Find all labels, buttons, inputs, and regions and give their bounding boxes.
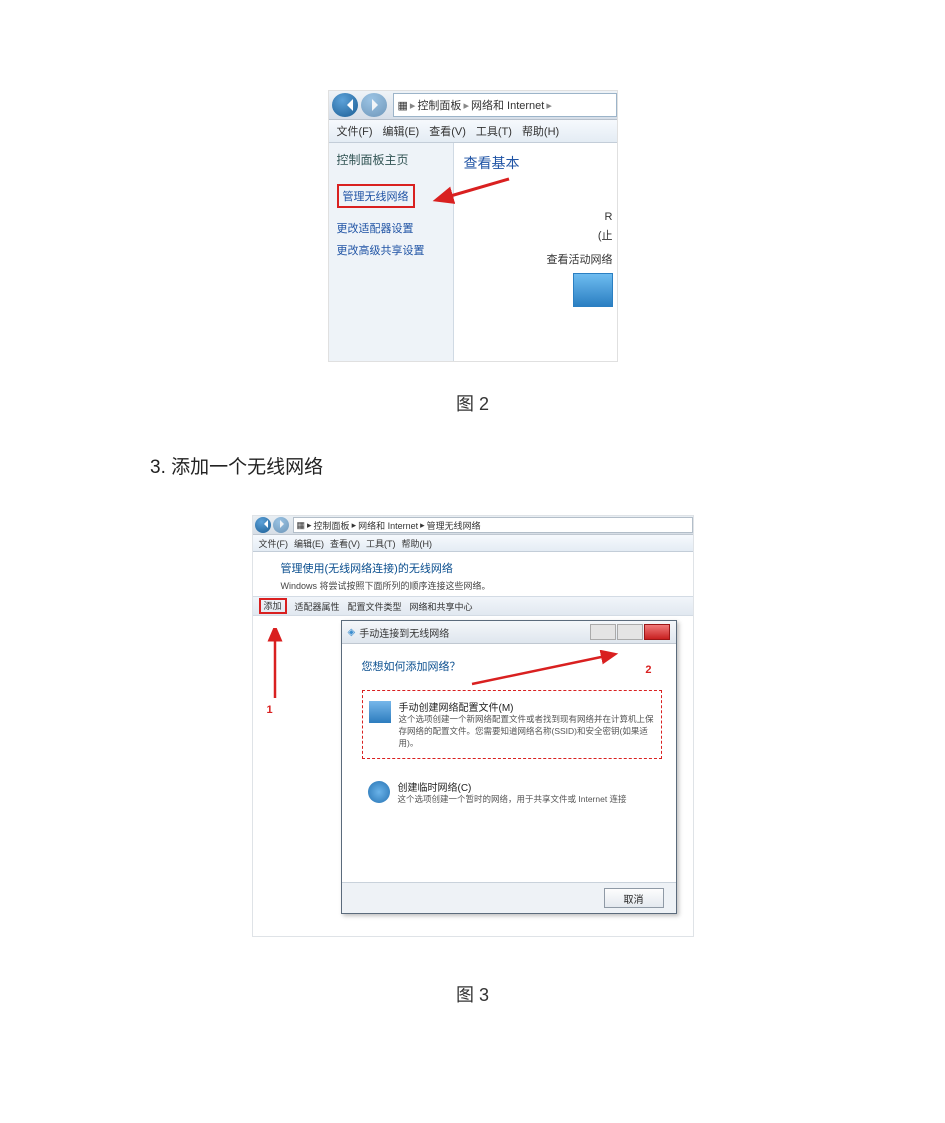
breadcrumb-item[interactable]: 网络和 Internet xyxy=(471,97,544,113)
network-icon xyxy=(573,273,613,307)
figure-3-screenshot: ▦ ▸ 控制面板 ▸ 网络和 Internet ▸ 管理无线网络 文件(F) 编… xyxy=(252,515,694,937)
option-manual-profile[interactable]: 手动创建网络配置文件(M) 这个选项创建一个新网络配置文件或者找到现有网络并在计… xyxy=(362,690,662,759)
breadcrumb-item[interactable]: 控制面板 xyxy=(417,97,461,113)
sidebar-item-adapter-settings[interactable]: 更改适配器设置 xyxy=(337,220,453,236)
menu-help[interactable]: 帮助(H) xyxy=(522,123,559,139)
menubar: 文件(F) 编辑(E) 查看(V) 工具(T) 帮助(H) xyxy=(253,535,693,552)
breadcrumb-item[interactable]: 管理无线网络 xyxy=(427,519,481,532)
add-network-dialog: ◈ 手动连接到无线网络 您想如何添加网络？ 2 xyxy=(341,620,677,914)
toolbar-center-button[interactable]: 网络和共享中心 xyxy=(410,600,473,613)
menu-edit[interactable]: 编辑(E) xyxy=(294,537,324,550)
page-title: 查看基本 xyxy=(464,153,613,173)
dialog-footer: 取消 xyxy=(342,882,676,913)
breadcrumb-icon: ▦ xyxy=(398,99,408,112)
option-title: 创建临时网络(C) xyxy=(398,779,627,794)
menu-help[interactable]: 帮助(H) xyxy=(402,537,433,550)
menu-file[interactable]: 文件(F) xyxy=(259,537,289,550)
chevron-right-icon: ▸ xyxy=(352,520,357,531)
nav-forward-button[interactable] xyxy=(361,93,387,117)
nav-back-button[interactable] xyxy=(332,93,358,117)
wizard-icon: ◈ xyxy=(348,627,356,638)
minimize-button[interactable] xyxy=(590,624,616,640)
menubar: 文件(F) 编辑(E) 查看(V) 工具(T) 帮助(H) xyxy=(329,120,617,143)
annotation-arrow-1 xyxy=(267,628,283,705)
highlight-box: 管理无线网络 xyxy=(337,184,415,208)
toolbar: 添加 适配器属性 配置文件类型 网络和共享中心 xyxy=(253,596,693,616)
close-button[interactable] xyxy=(644,624,670,640)
menu-tools[interactable]: 工具(T) xyxy=(366,537,396,550)
main-content: 查看基本 R (止 查看活动网络 xyxy=(454,143,617,361)
chevron-right-icon: ▸ xyxy=(410,99,416,112)
step-3-heading: 3. 添加一个无线网络 xyxy=(150,452,945,479)
text-line: 查看活动网络 xyxy=(464,251,613,267)
nav-forward-button[interactable] xyxy=(273,517,289,533)
figure-2-screenshot: ▦ ▸ 控制面板 ▸ 网络和 Internet ▸ 文件(F) 编辑(E) 查看… xyxy=(328,90,618,362)
page-title: 管理使用(无线网络连接)的无线网络 xyxy=(281,560,679,576)
menu-tools[interactable]: 工具(T) xyxy=(476,123,512,139)
window-titlebar: ▦ ▸ 控制面板 ▸ 网络和 Internet ▸ xyxy=(329,91,617,120)
toolbar-adapter-button[interactable]: 适配器属性 xyxy=(295,600,340,613)
menu-edit[interactable]: 编辑(E) xyxy=(383,123,420,139)
sidebar-header: 控制面板主页 xyxy=(337,151,453,168)
page-header: 管理使用(无线网络连接)的无线网络 Windows 将尝试按照下面所列的顺序连接… xyxy=(253,552,693,596)
dialog-titlebar: ◈ 手动连接到无线网络 xyxy=(342,621,676,644)
breadcrumb-item[interactable]: 网络和 Internet xyxy=(358,519,418,532)
dialog-title: 手动连接到无线网络 xyxy=(359,625,449,640)
annotation-arrow-2 xyxy=(462,650,622,693)
menu-file[interactable]: 文件(F) xyxy=(337,123,373,139)
annotation-label-1: 1 xyxy=(267,704,273,716)
chevron-right-icon: ▸ xyxy=(420,520,425,531)
adhoc-icon xyxy=(368,781,390,803)
breadcrumb-item[interactable]: 控制面板 xyxy=(314,519,350,532)
caption-fig3: 图 3 xyxy=(0,981,945,1007)
option-description: 这个选项创建一个暂时的网络，用于共享文件或 Internet 连接 xyxy=(398,794,627,806)
sidebar-item-advanced-sharing[interactable]: 更改高级共享设置 xyxy=(337,242,453,258)
option-description: 这个选项创建一个新网络配置文件或者找到现有网络并在计算机上保存网络的配置文件。您… xyxy=(399,714,655,750)
page-subtitle: Windows 将尝试按照下面所列的顺序连接这些网络。 xyxy=(281,579,679,592)
breadcrumb[interactable]: ▦ ▸ 控制面板 ▸ 网络和 Internet ▸ xyxy=(393,93,617,117)
menu-view[interactable]: 查看(V) xyxy=(330,537,360,550)
breadcrumb[interactable]: ▦ ▸ 控制面板 ▸ 网络和 Internet ▸ 管理无线网络 xyxy=(293,517,693,533)
breadcrumb-icon: ▦ xyxy=(297,520,306,531)
cancel-button[interactable]: 取消 xyxy=(604,888,664,908)
annotation-label-2: 2 xyxy=(645,664,651,676)
caption-fig2: 图 2 xyxy=(0,390,945,416)
chevron-right-icon: ▸ xyxy=(463,99,469,112)
option-adhoc-network[interactable]: 创建临时网络(C) 这个选项创建一个暂时的网络，用于共享文件或 Internet… xyxy=(362,771,662,814)
sidebar: 控制面板主页 管理无线网络 更改适配器设置 更改高级共享设置 xyxy=(329,143,454,361)
window-titlebar: ▦ ▸ 控制面板 ▸ 网络和 Internet ▸ 管理无线网络 xyxy=(253,516,693,535)
option-title: 手动创建网络配置文件(M) xyxy=(399,699,655,714)
toolbar-add-button[interactable]: 添加 xyxy=(259,598,287,614)
annotation-arrow xyxy=(439,177,519,220)
nav-back-button[interactable] xyxy=(255,517,271,533)
monitor-icon xyxy=(369,701,391,723)
toolbar-profile-button[interactable]: 配置文件类型 xyxy=(348,600,402,613)
text-line: (止 xyxy=(464,227,613,243)
maximize-button[interactable] xyxy=(617,624,643,640)
menu-view[interactable]: 查看(V) xyxy=(429,123,466,139)
chevron-right-icon: ▸ xyxy=(546,99,552,112)
sidebar-item-manage-wireless[interactable]: 管理无线网络 xyxy=(337,178,453,214)
chevron-right-icon: ▸ xyxy=(307,520,312,531)
